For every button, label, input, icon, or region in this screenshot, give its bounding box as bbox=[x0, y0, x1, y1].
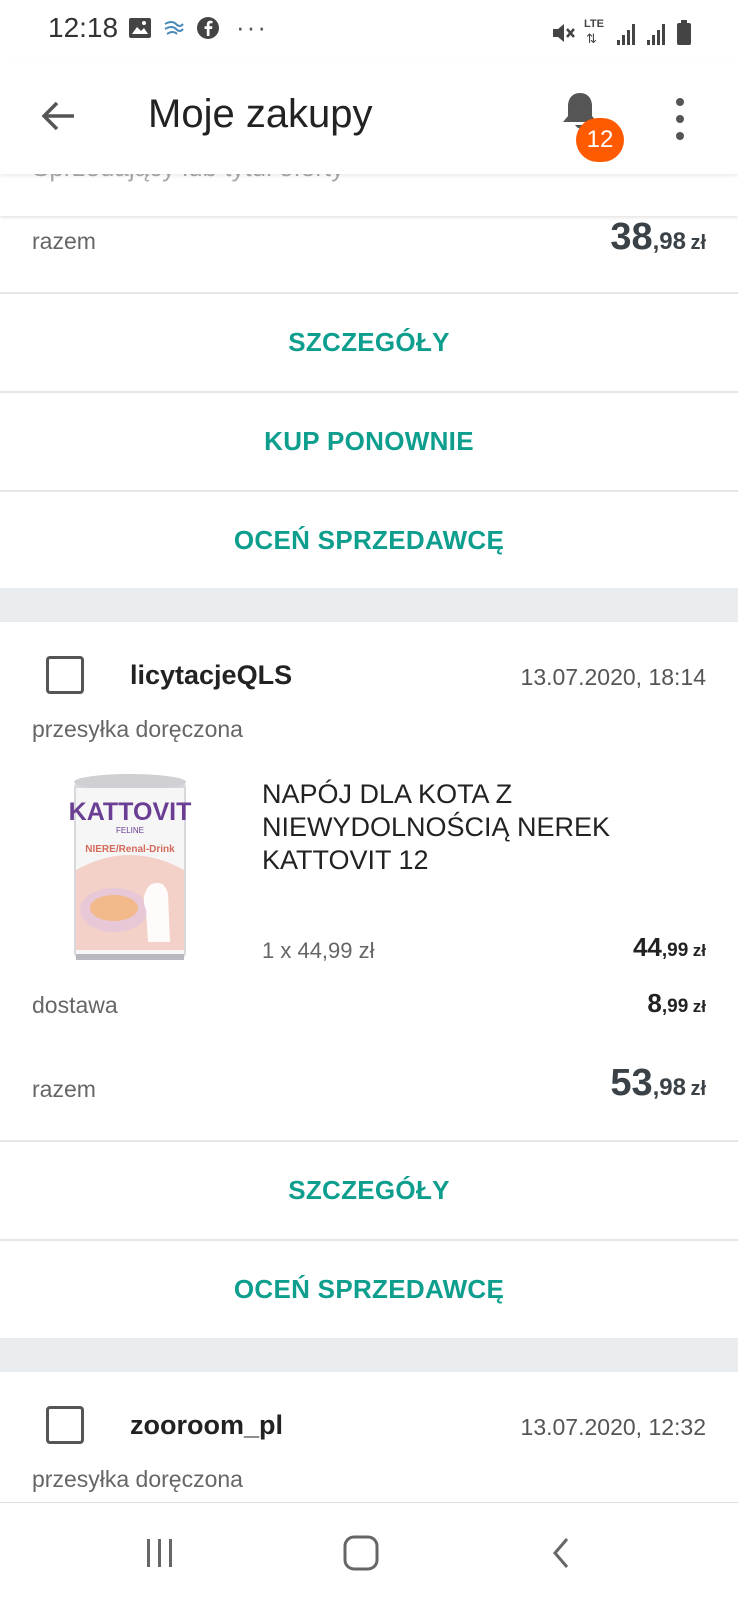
kebab-dot bbox=[676, 98, 684, 106]
image-sub-text: FELINE bbox=[116, 826, 144, 835]
delivery-price: 8,99 zł bbox=[647, 988, 706, 1018]
notification-badge: 12 bbox=[576, 118, 624, 162]
total-price: 38,98 zł bbox=[610, 216, 706, 258]
back-nav-button[interactable] bbox=[540, 1531, 584, 1575]
home-button[interactable] bbox=[339, 1531, 383, 1575]
delivery-label: dostawa bbox=[32, 992, 118, 1018]
status-time: 12:18 bbox=[48, 12, 119, 43]
signal-icon bbox=[647, 24, 665, 45]
wind-icon bbox=[164, 21, 184, 35]
kebab-dot bbox=[676, 115, 684, 123]
image-icon bbox=[129, 18, 151, 38]
more-options-button[interactable] bbox=[662, 94, 698, 144]
more-icon: ··· bbox=[236, 12, 268, 42]
order-date: 13.07.2020, 18:14 bbox=[520, 664, 706, 690]
product-price: 44,99 zł bbox=[632, 932, 706, 962]
system-nav-bar bbox=[0, 1502, 738, 1600]
arrow-left-icon bbox=[41, 101, 74, 131]
order-card: razem 38,98 zł SZCZEGÓŁY KUP PONOWNIE OC… bbox=[0, 216, 738, 588]
battery-icon bbox=[677, 20, 691, 45]
product-title[interactable]: NAPÓJ DLA KOTA Z NIEWYDOLNOŚCIĄ NEREK KA… bbox=[262, 778, 682, 877]
order-checkbox[interactable] bbox=[46, 656, 84, 694]
seller-name[interactable]: licytacjeQLS bbox=[130, 660, 292, 691]
total-price: 53,98 zł bbox=[610, 1062, 706, 1104]
status-right-icons: LTE ⇅ bbox=[550, 16, 692, 46]
page-title: Moje zakupy bbox=[148, 92, 373, 136]
product-image[interactable]: KATTOVIT FELINE NIERE/Renal-Drink bbox=[60, 770, 200, 970]
signal-icon bbox=[617, 24, 635, 45]
buy-again-button[interactable]: KUP PONOWNIE bbox=[0, 391, 738, 489]
home-icon bbox=[343, 1535, 379, 1571]
kebab-dot bbox=[676, 132, 684, 140]
seller-name[interactable]: zooroom_pl bbox=[130, 1410, 283, 1441]
status-bar: 12:18 ··· LTE ⇅ bbox=[0, 0, 738, 62]
chevron-left-icon bbox=[553, 1538, 569, 1568]
total-label: razem bbox=[32, 1076, 96, 1102]
mute-icon bbox=[553, 24, 575, 42]
back-button[interactable] bbox=[34, 92, 82, 140]
lte-icon: LTE ⇅ bbox=[584, 18, 604, 46]
product-quantity: 1 x 44,99 zł bbox=[262, 938, 375, 963]
delivery-status: przesyłka doręczona bbox=[32, 716, 243, 742]
total-label: razem bbox=[32, 228, 96, 254]
recent-apps-button[interactable] bbox=[138, 1531, 182, 1575]
facebook-icon bbox=[197, 17, 219, 39]
rate-seller-button[interactable]: OCEŃ SPRZEDAWCĘ bbox=[0, 490, 738, 588]
image-brand-text: KATTOVIT bbox=[69, 798, 192, 826]
details-button[interactable]: SZCZEGÓŁY bbox=[0, 1140, 738, 1238]
delivery-status: przesyłka doręczona bbox=[32, 1466, 243, 1492]
recent-apps-icon bbox=[147, 1539, 172, 1567]
order-checkbox[interactable] bbox=[46, 1406, 84, 1444]
rate-seller-button[interactable]: OCEŃ SPRZEDAWCĘ bbox=[0, 1239, 738, 1337]
image-variant-text: NIERE/Renal-Drink bbox=[85, 844, 175, 855]
order-card: licytacjeQLS 13.07.2020, 18:14 przesyłka… bbox=[0, 622, 738, 1338]
order-card: zooroom_pl 13.07.2020, 12:32 przesyłka d… bbox=[0, 1372, 738, 1502]
order-date: 13.07.2020, 12:32 bbox=[520, 1414, 706, 1440]
app-header: Moje zakupy 12 bbox=[0, 62, 738, 174]
details-button[interactable]: SZCZEGÓŁY bbox=[0, 292, 738, 390]
